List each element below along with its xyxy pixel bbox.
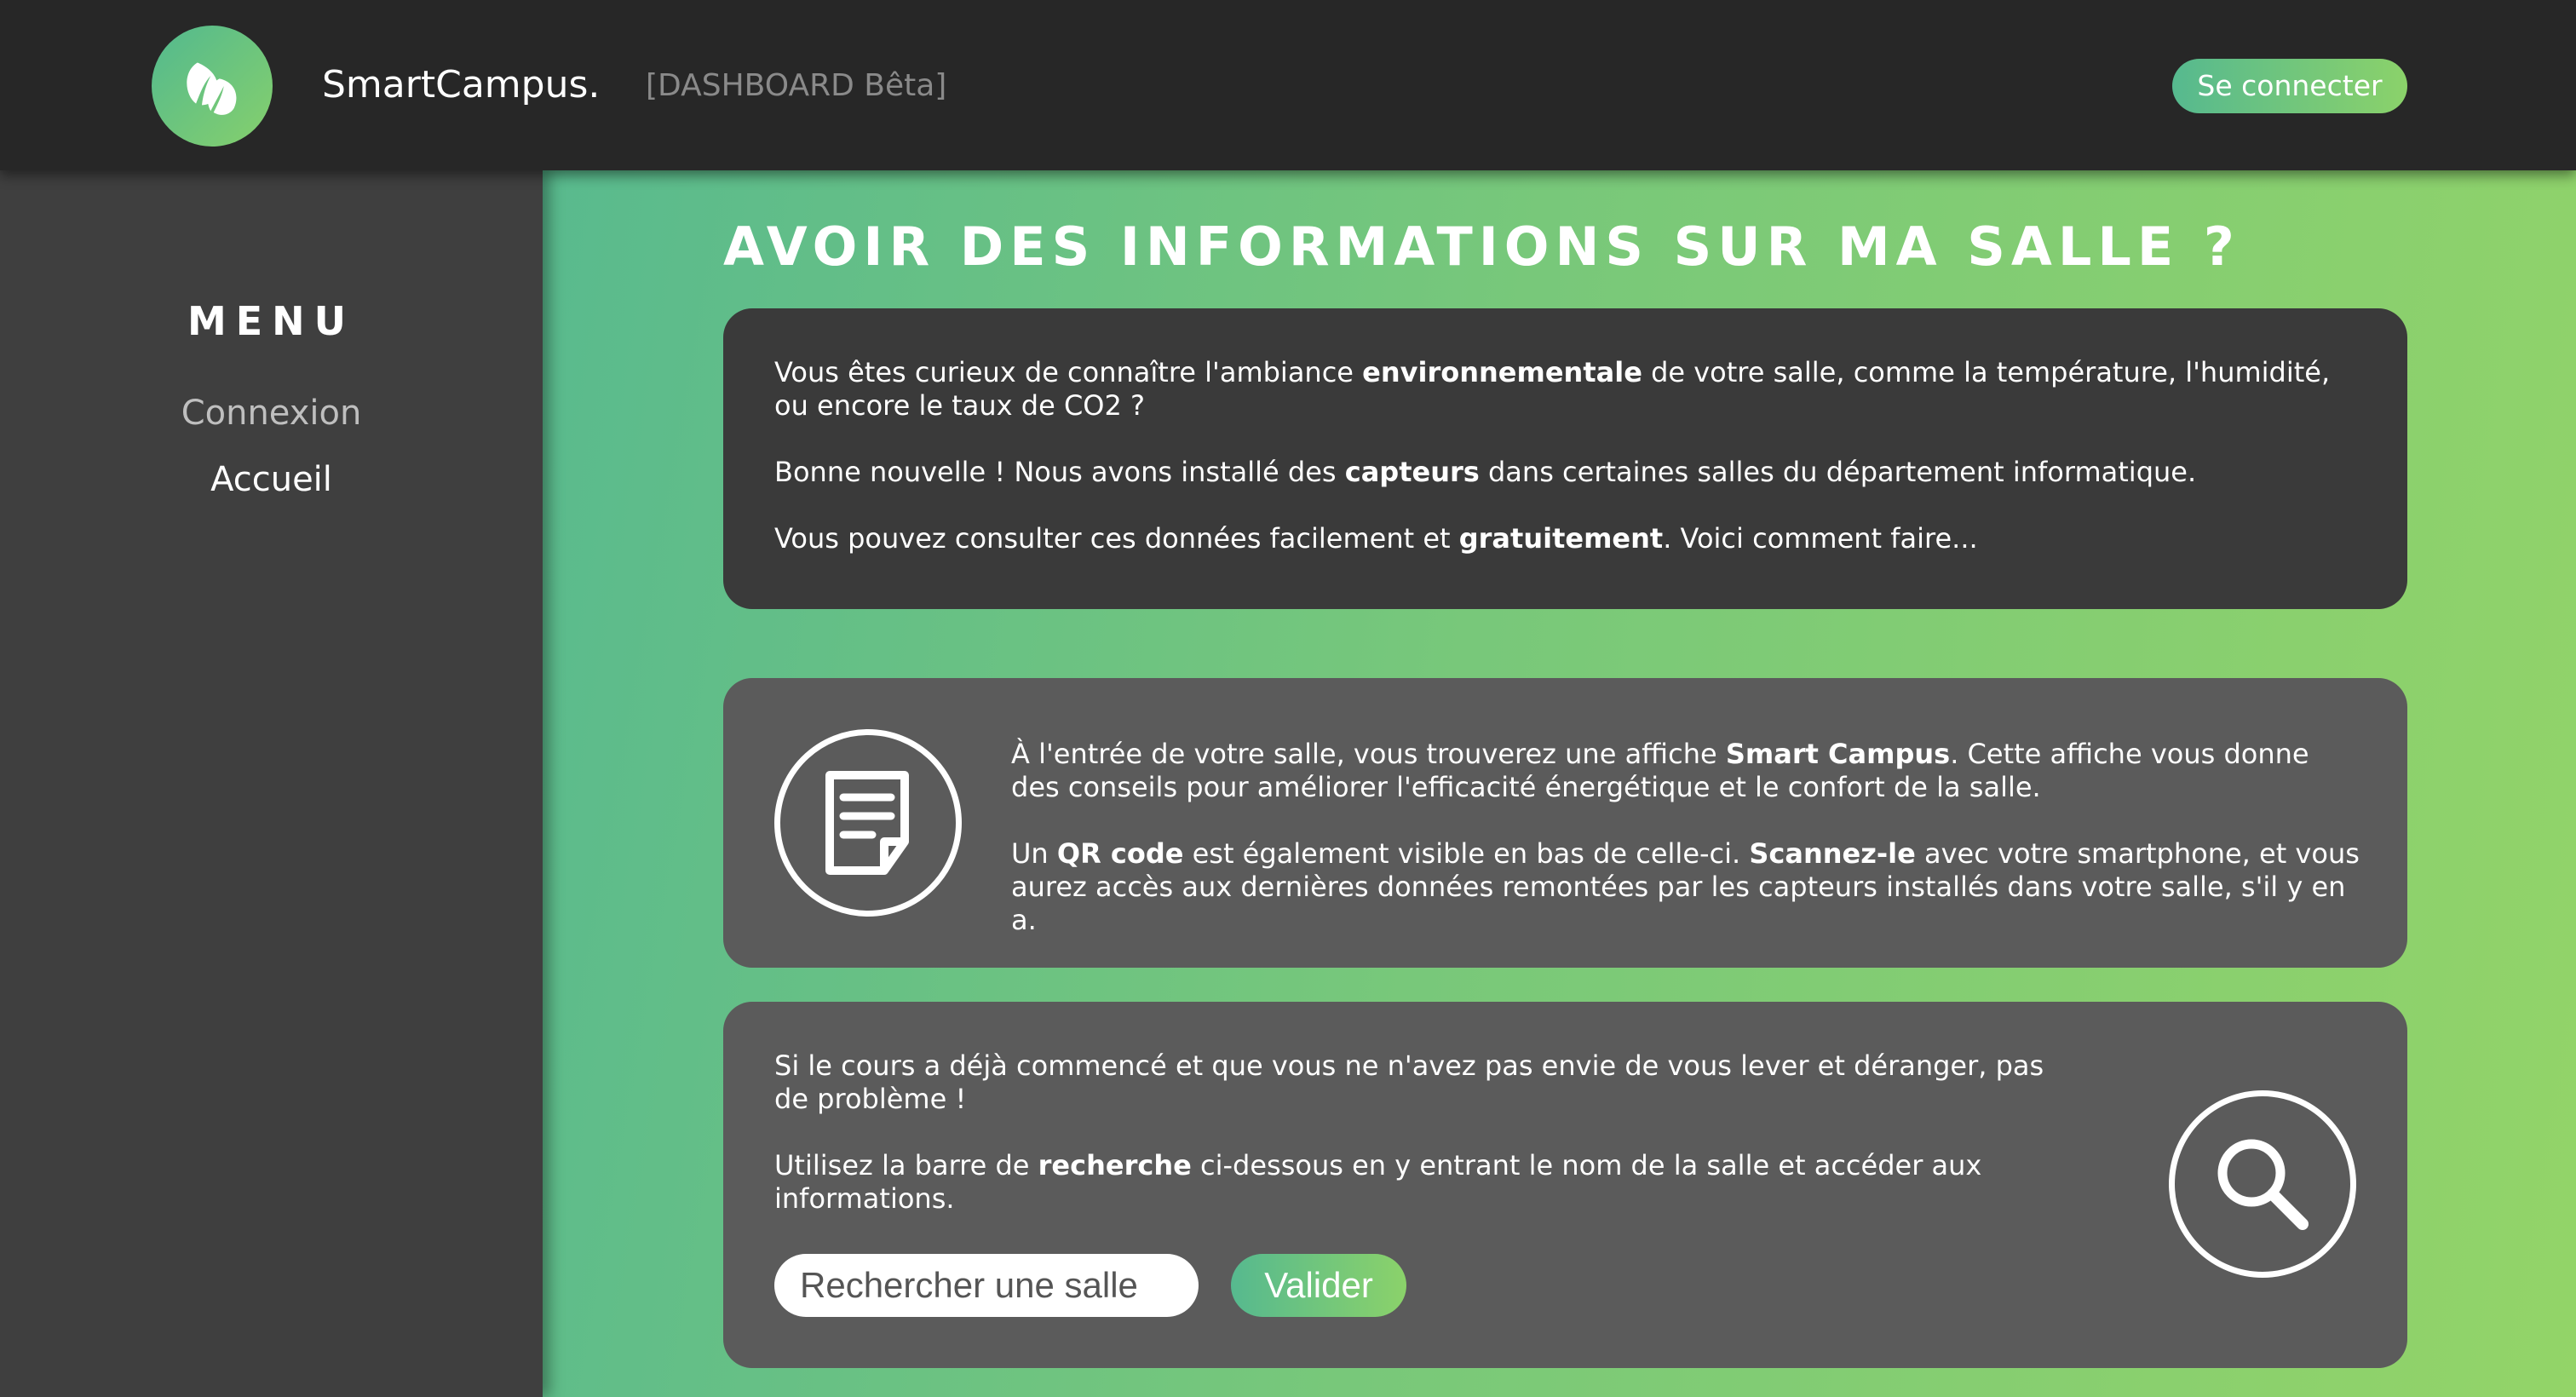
sidebar: MENU Connexion Accueil	[0, 170, 543, 1397]
beta-label: [DASHBOARD Bêta]	[646, 68, 947, 103]
search-icon	[2169, 1090, 2356, 1278]
intro-card: Vous êtes curieux de connaître l'ambianc…	[723, 308, 2407, 609]
sidebar-item-accueil[interactable]: Accueil	[0, 460, 543, 499]
brand-name[interactable]: SmartCampus.	[322, 60, 600, 111]
login-button[interactable]: Se connecter	[2172, 59, 2407, 113]
main-content: AVOIR DES INFORMATIONS SUR MA SALLE ? Vo…	[543, 170, 2576, 1397]
search-text: Si le cours a déjà commencé et que vous …	[774, 1049, 2069, 1216]
poster-card: À l'entrée de votre salle, vous trouvere…	[723, 678, 2407, 968]
search-input[interactable]	[774, 1254, 1199, 1317]
search-paragraph-2: Utilisez la barre de recherche ci-dessou…	[774, 1149, 1982, 1215]
poster-paragraph-1: À l'entrée de votre salle, vous trouvere…	[1011, 738, 2309, 803]
top-bar: SmartCampus. [DASHBOARD Bêta] Se connect…	[0, 0, 2576, 170]
menu-title: MENU	[187, 298, 356, 344]
submit-button[interactable]: Valider	[1231, 1254, 1406, 1317]
intro-paragraph-3: Vous pouvez consulter ces données facile…	[774, 522, 1978, 555]
intro-paragraph-1: Vous êtes curieux de connaître l'ambianc…	[774, 356, 2331, 422]
poster-paragraph-2: Un QR code est également visible en bas …	[1011, 837, 2360, 936]
document-icon	[774, 729, 962, 917]
page-title: AVOIR DES INFORMATIONS SUR MA SALLE ?	[723, 216, 2240, 278]
intro-paragraph-2: Bonne nouvelle ! Nous avons installé des…	[774, 456, 2197, 488]
search-paragraph-1: Si le cours a déjà commencé et que vous …	[774, 1049, 2044, 1115]
search-card: Si le cours a déjà commencé et que vous …	[723, 1002, 2407, 1368]
leaf-logo-icon[interactable]	[152, 26, 273, 147]
sidebar-item-connexion[interactable]: Connexion	[0, 394, 543, 433]
poster-text: À l'entrée de votre salle, vous trouvere…	[1011, 738, 2366, 937]
